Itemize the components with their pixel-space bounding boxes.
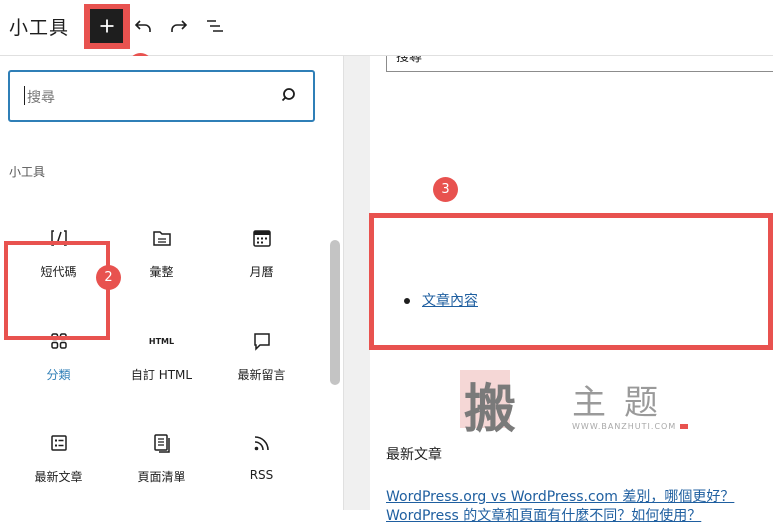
archive-icon (150, 226, 174, 250)
block-label: 自訂 HTML (130, 368, 193, 382)
redo-icon (171, 20, 188, 32)
rss-icon (250, 431, 274, 455)
undo-button[interactable] (131, 14, 155, 38)
redo-button[interactable] (167, 14, 191, 38)
watermark-dot (680, 424, 689, 429)
latest-posts-icon (47, 431, 71, 455)
comment-icon (250, 329, 274, 353)
calendar-icon (250, 226, 274, 250)
search-widget-text: 搜尋 (396, 56, 423, 65)
category-title: 小工具 (9, 165, 46, 179)
bullet (404, 298, 410, 304)
watermark-url-text: WWW.BANZHUTI.COM (572, 422, 677, 431)
block-label: 最新留言 (237, 368, 286, 382)
plus-icon (100, 19, 113, 33)
block-label: RSS (249, 468, 274, 482)
step-badge-3: 3 (433, 177, 458, 202)
search-icon[interactable] (281, 86, 299, 104)
list-view-icon (207, 20, 223, 32)
watermark-logo: 搬 主题 WWW.BANZHUTI.COM (460, 367, 700, 440)
text-caret (24, 86, 25, 105)
block-label: 彙整 (149, 265, 174, 279)
editor-header: 小工具 (0, 0, 773, 56)
block-latest-posts[interactable]: 最新文章 (7, 421, 110, 513)
watermark-big-text: 搬 (464, 379, 517, 440)
undo-icon (134, 20, 151, 32)
category-link[interactable]: 文章內容 (422, 293, 478, 309)
block-custom-html[interactable]: HTML 自訂 HTML (110, 319, 213, 411)
search-placeholder: 搜尋 (27, 90, 55, 106)
search-input[interactable]: 搜尋 (8, 70, 315, 122)
block-rss[interactable]: RSS (210, 421, 313, 513)
watermark-url: WWW.BANZHUTI.COM (572, 422, 689, 431)
post-link[interactable]: WordPress.org vs WordPress.com 差別，哪個更好？ (386, 486, 734, 506)
block-archives[interactable]: 彙整 (110, 216, 213, 308)
add-block-button[interactable] (90, 9, 123, 43)
list-item: 文章內容 (404, 290, 478, 310)
categories-widget[interactable]: 文章內容 (369, 213, 773, 350)
block-calendar[interactable]: 月曆 (210, 216, 313, 308)
scrollbar[interactable] (330, 240, 340, 385)
page-list-icon (150, 431, 174, 455)
page-title: 小工具 (9, 17, 70, 39)
block-latest-comments[interactable]: 最新留言 (210, 319, 313, 411)
post-link[interactable]: WordPress 的文章和頁面有什麼不同？如何使用？ (386, 505, 701, 525)
block-label: 分類 (46, 368, 71, 382)
list-view-button[interactable] (203, 14, 227, 38)
search-widget[interactable]: 搜尋 (386, 56, 773, 72)
step-badge-2: 2 (96, 265, 121, 290)
block-page-list[interactable]: 頁面清單 (110, 421, 213, 513)
latest-posts-heading: 最新文章 (386, 447, 442, 463)
watermark-small-text: 主题 (572, 383, 676, 423)
highlight-frame-categories (4, 241, 110, 340)
html-icon: HTML (148, 336, 175, 346)
block-label: 最新文章 (34, 470, 83, 484)
block-label: 月曆 (249, 265, 274, 279)
block-label: 頁面清單 (137, 470, 186, 484)
